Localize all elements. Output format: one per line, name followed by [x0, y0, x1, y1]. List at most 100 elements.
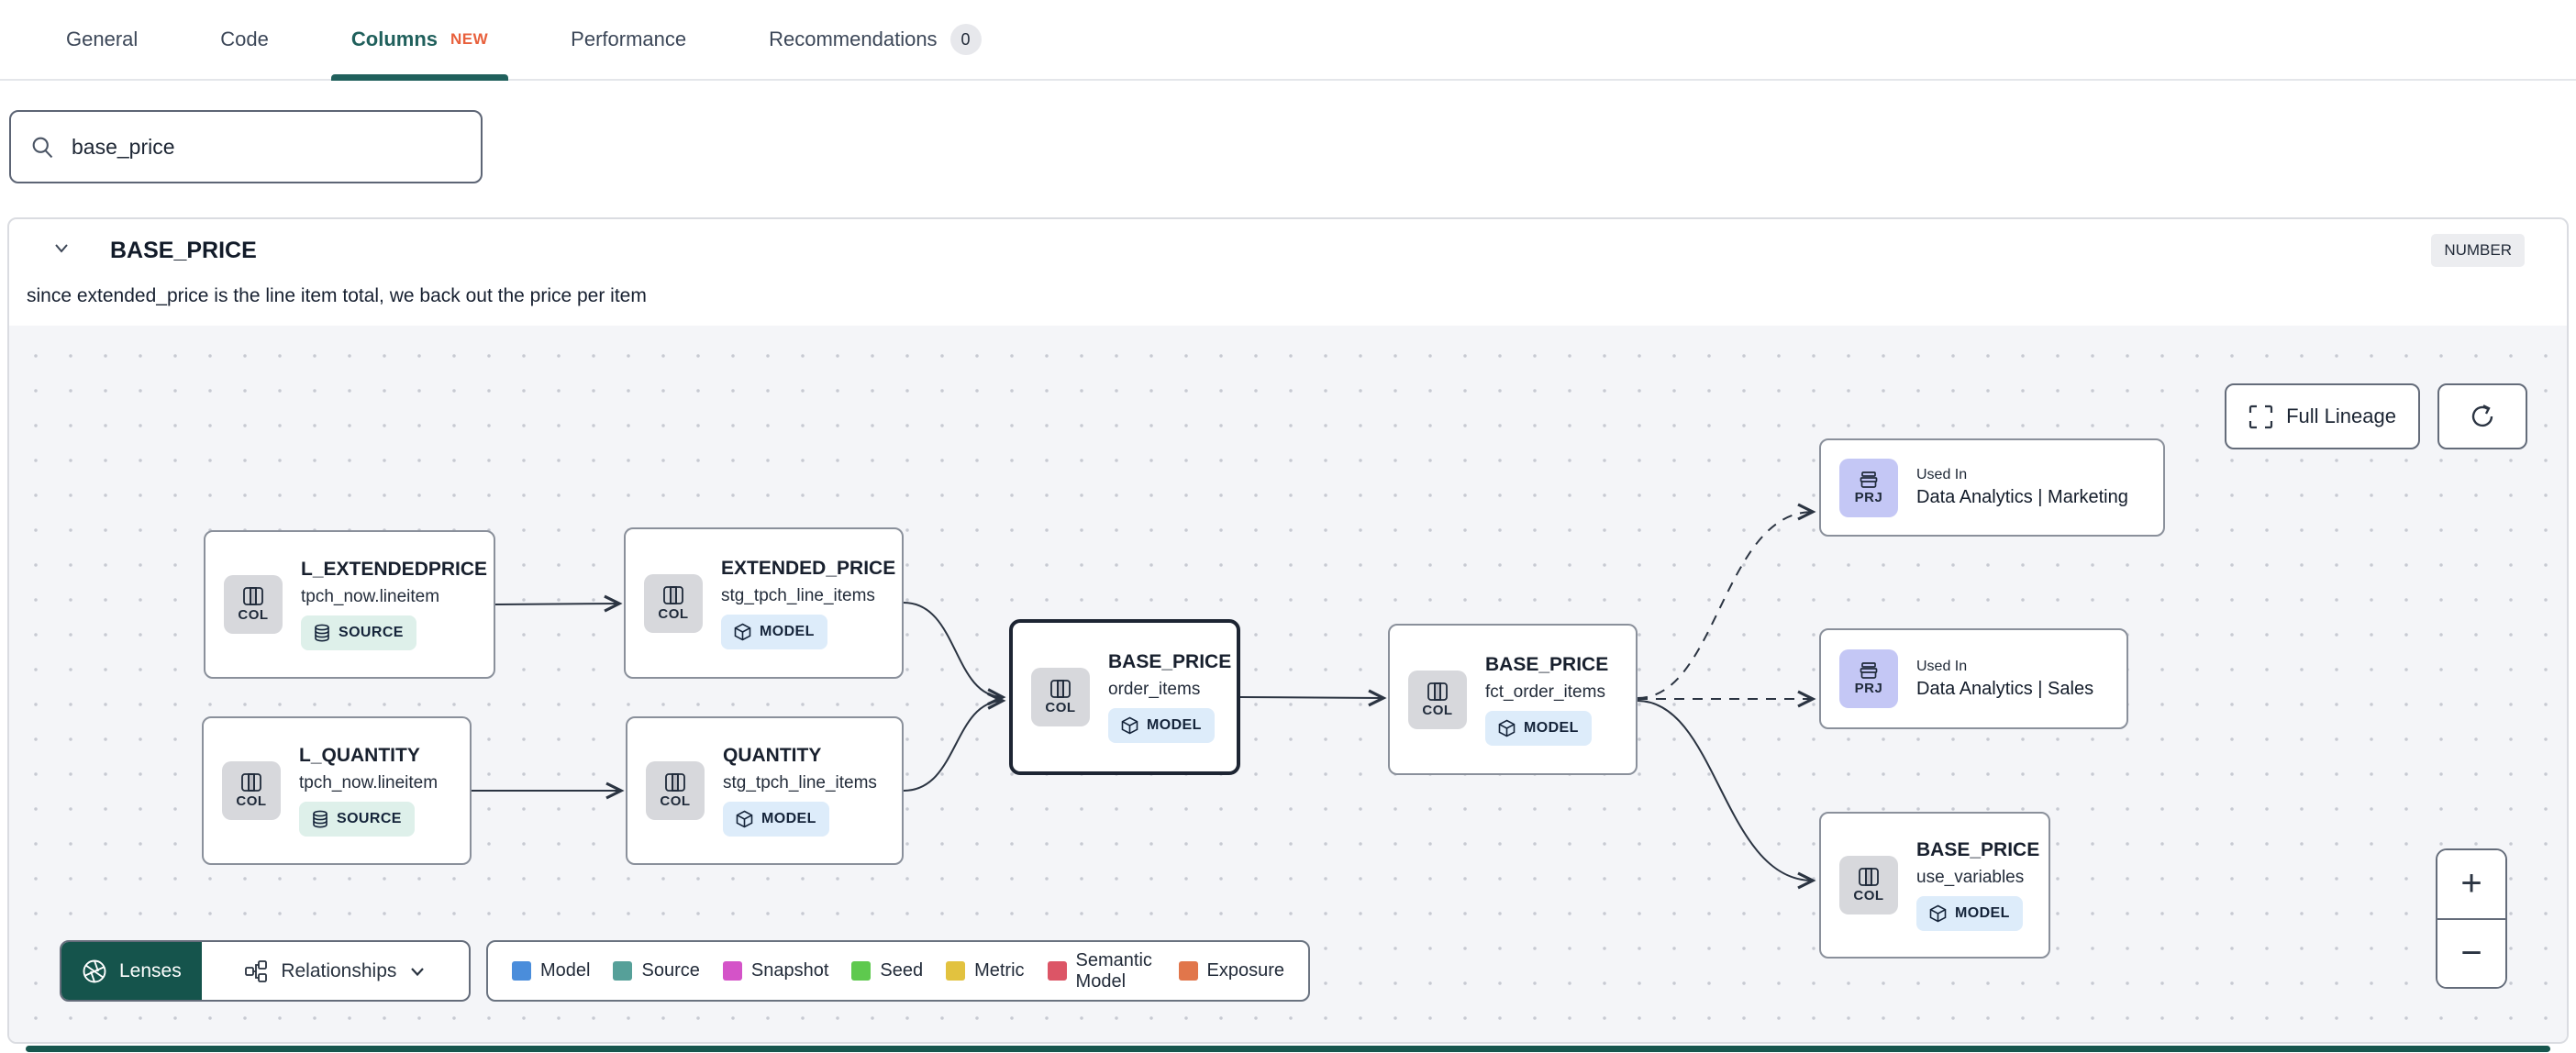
lineage-node-l_quantity[interactable]: COL L_QUANTITY tpch_now.lineitem SOURCE [202, 716, 472, 865]
node-subtitle: stg_tpch_line_items [721, 585, 875, 605]
archive-box-icon [1860, 471, 1878, 488]
count-badge: 0 [949, 24, 982, 55]
lineage-node-base_price-fct_order_items[interactable]: COL BASE_PRICE fct_order_items MODEL [1388, 624, 1638, 775]
used-in-label: Used In [1916, 658, 1968, 674]
lineage-node-used-in-sales[interactable]: PRJ Used In Data Analytics | Sales [1819, 628, 2128, 729]
legend-item-metric: Metric [946, 960, 1025, 981]
legend-label: Snapshot [750, 960, 829, 981]
legend-item-source: Source [613, 960, 700, 981]
used-in-label: Used In [1916, 467, 1968, 482]
chip-label: COL [1045, 700, 1076, 715]
legend-item-exposure: Exposure [1178, 960, 1284, 981]
tab-columns[interactable]: Columns NEW [330, 0, 509, 81]
lineage-node-used-in-marketing[interactable]: PRJ Used In Data Analytics | Marketing [1819, 438, 2165, 537]
project-name: Data Analytics | Marketing [1916, 487, 2128, 507]
chip-label: COL [238, 607, 269, 623]
table-columns-icon [243, 587, 263, 605]
badge-label: MODEL [760, 623, 815, 639]
node-subtitle: order_items [1108, 680, 1201, 699]
node-title: BASE_PRICE [1108, 651, 1232, 672]
resource-badge: SOURCE [299, 802, 415, 837]
column-panel: BASE_PRICE NUMBER since extended_price i… [7, 217, 2569, 1044]
chip-label: COL [1853, 888, 1884, 903]
resource-badge: MODEL [1108, 708, 1215, 743]
lineage-toolbar: Lenses Relationships [60, 940, 471, 1002]
lenses-button[interactable]: Lenses [61, 942, 202, 1000]
column-name: BASE_PRICE [110, 238, 257, 263]
badge-label: MODEL [1524, 719, 1579, 736]
database-icon [313, 810, 328, 828]
legend-item-semantic-model: Semantic Model [1047, 949, 1156, 992]
resource-badge: MODEL [1485, 710, 1592, 746]
legend-swatch [946, 961, 966, 981]
legend-swatch [613, 961, 633, 981]
node-subtitle: stg_tpch_line_items [723, 773, 877, 793]
column-type-badge: NUMBER [2431, 234, 2525, 267]
column-chip: COL [646, 761, 705, 820]
project-name: Data Analytics | Sales [1916, 678, 2094, 699]
project-chip: PRJ [1839, 458, 1898, 517]
badge-label: SOURCE [337, 811, 402, 826]
refresh-button[interactable] [2437, 383, 2527, 449]
chip-label: PRJ [1854, 681, 1883, 696]
tab-code[interactable]: Code [220, 0, 269, 79]
legend-item-model: Model [512, 960, 590, 981]
node-title: L_QUANTITY [299, 745, 420, 766]
tab-recommendations[interactable]: Recommendations 0 [769, 0, 982, 79]
tab-bar: General Code Columns NEW Performance Rec… [0, 0, 2576, 81]
lineage-canvas[interactable]: COL L_EXTENDEDPRICE tpch_now.lineitem SO… [9, 326, 2567, 1042]
legend-label: Metric [974, 960, 1025, 981]
project-chip: PRJ [1839, 649, 1898, 708]
search-input[interactable] [72, 134, 462, 160]
table-columns-icon [241, 773, 261, 792]
tab-label: General [66, 28, 139, 50]
chip-label: COL [236, 793, 267, 809]
node-graph-icon [245, 959, 268, 982]
legend-label: Seed [880, 960, 924, 981]
badge-label: MODEL [1955, 905, 2010, 921]
column-search[interactable] [9, 110, 483, 183]
tab-general[interactable]: General [66, 0, 138, 79]
node-title: BASE_PRICE [1485, 653, 1609, 675]
legend-label: Semantic Model [1075, 949, 1152, 992]
lineage-node-l_extendedprice[interactable]: COL L_EXTENDEDPRICE tpch_now.lineitem SO… [204, 530, 495, 679]
cube-icon [736, 810, 753, 828]
node-subtitle: tpch_now.lineitem [301, 587, 440, 606]
legend-swatch [512, 961, 531, 981]
node-title: QUANTITY [723, 745, 822, 766]
tab-label: Columns [350, 28, 438, 50]
resource-badge: MODEL [1916, 896, 2023, 931]
chip-label: COL [1422, 702, 1453, 718]
zoom-in-button[interactable]: + [2437, 850, 2505, 918]
lineage-node-extended_price[interactable]: COL EXTENDED_PRICE stg_tpch_line_items M… [624, 527, 904, 679]
lineage-node-quantity[interactable]: COL QUANTITY stg_tpch_line_items MODEL [626, 716, 904, 865]
new-badge: NEW [450, 30, 489, 48]
database-icon [315, 624, 329, 642]
column-chip: COL [1031, 668, 1090, 726]
lineage-node-base_price-order_items[interactable]: COL BASE_PRICE order_items MODEL [1009, 619, 1240, 775]
full-lineage-button[interactable]: Full Lineage [2225, 383, 2420, 449]
full-lineage-label: Full Lineage [2286, 405, 2396, 427]
tab-label: Performance [571, 28, 687, 50]
table-columns-icon [663, 585, 683, 604]
lineage-node-base_price-use_variables[interactable]: COL BASE_PRICE use_variables MODEL [1819, 812, 2050, 959]
resource-badge: MODEL [723, 802, 829, 837]
tab-label: Code [220, 28, 269, 50]
fullscreen-icon [2248, 405, 2273, 428]
cube-icon [1121, 716, 1138, 735]
chip-label: COL [660, 793, 691, 809]
column-chip: COL [1839, 856, 1898, 914]
zoom-controls: + − [2436, 848, 2507, 989]
chevron-down-icon [411, 967, 425, 976]
relationships-dropdown[interactable]: Relationships [202, 942, 469, 1000]
table-columns-icon [1859, 868, 1879, 886]
collapse-chevron-icon[interactable] [51, 241, 72, 256]
node-subtitle: fct_order_items [1485, 682, 1605, 702]
legend-label: Source [641, 960, 700, 981]
tab-performance[interactable]: Performance [571, 0, 686, 79]
zoom-out-button[interactable]: − [2437, 917, 2505, 987]
cube-icon [1498, 719, 1516, 737]
node-title: BASE_PRICE [1916, 839, 2040, 860]
archive-box-icon [1860, 662, 1878, 679]
badge-label: SOURCE [339, 625, 404, 640]
